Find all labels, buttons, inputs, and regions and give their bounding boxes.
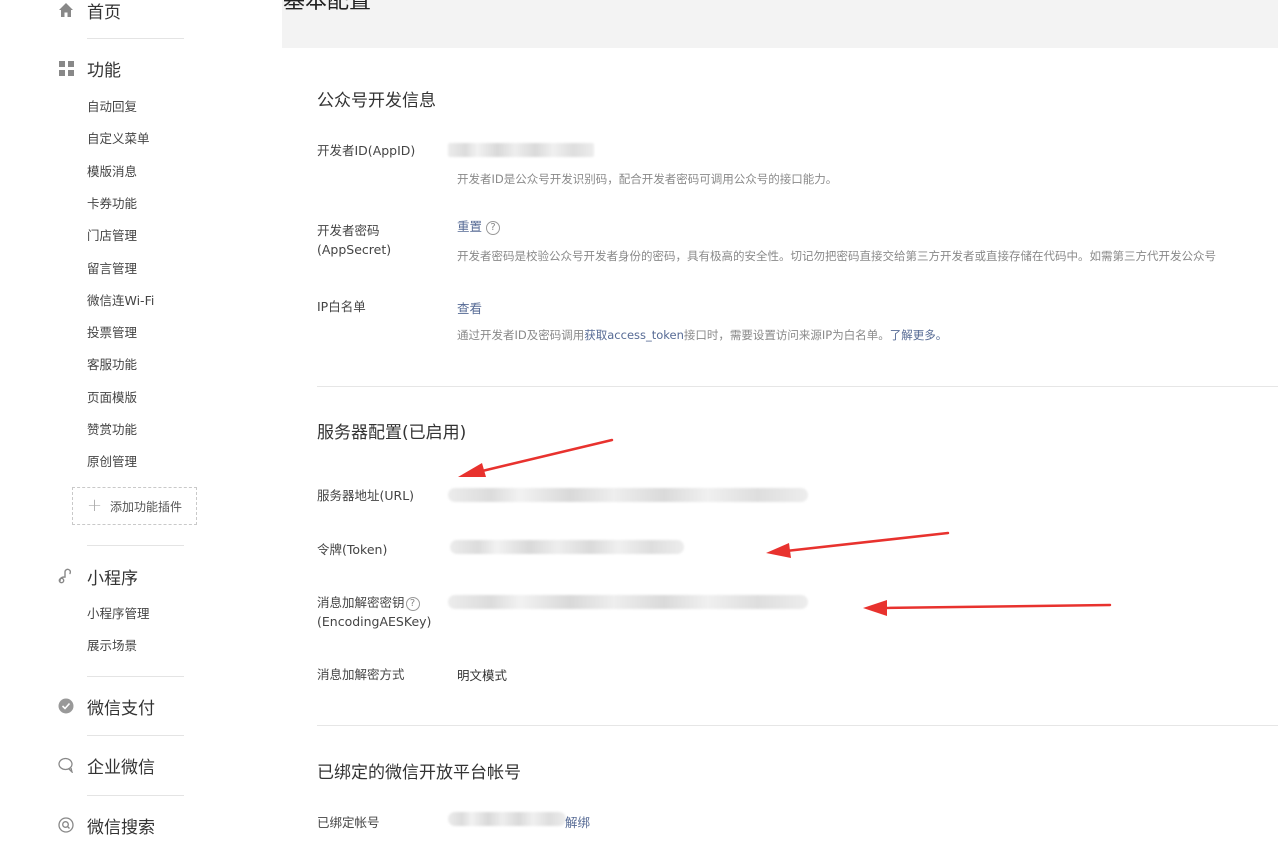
sidebar-item-reward[interactable]: 赞赏功能 [87,421,137,439]
sidebar-item-miniprogram-manage[interactable]: 小程序管理 [87,605,150,623]
encrypt-mode-value: 明文模式 [457,668,508,683]
appid-value-redacted [448,143,594,157]
dev-info-title: 公众号开发信息 [317,91,436,111]
main-panel: 公众号开发信息 开发者ID(AppID) 开发者ID是公众号开发识别码，配合开发… [282,48,1278,866]
sidebar-wechat-pay-label: 微信支付 [87,698,155,719]
page-title: 基本配置 [283,0,372,14]
sidebar-divider [87,795,184,796]
search-icon [58,817,74,833]
open-platform-title: 已绑定的微信开放平台帐号 [317,763,521,783]
encrypt-mode-label: 消息加解密方式 [317,667,405,682]
chat-bubble-icon [58,757,74,773]
sidebar-miniprogram-label: 小程序 [87,568,138,589]
section-divider [317,725,1278,726]
sidebar-item-display-scene[interactable]: 展示场景 [87,637,137,655]
aes-key-label-text: 消息加解密密钥 [317,595,405,610]
server-url-label: 服务器地址(URL) [317,488,415,503]
bound-account-label: 已绑定帐号 [317,815,380,830]
sidebar-divider [87,38,184,39]
grid-icon [58,60,74,76]
sidebar-item-template-message[interactable]: 模版消息 [87,163,137,181]
link-icon [58,568,74,584]
reset-secret-link[interactable]: 重置 [457,219,482,234]
sidebar-home[interactable]: 首页 [58,0,121,23]
sidebar-item-vote[interactable]: 投票管理 [87,324,137,342]
view-ip-whitelist-link[interactable]: 查看 [457,301,482,316]
plus-icon: + [86,495,103,516]
sidebar-item-auto-reply[interactable]: 自动回复 [87,98,137,116]
appsecret-actions: 重置? [457,216,501,235]
aes-key-label-en: (EncodingAESKey) [317,614,432,629]
sidebar-divider [87,545,184,546]
sidebar-work-wechat[interactable]: 企业微信 [58,753,155,778]
add-plugin-label: 添加功能插件 [110,499,183,514]
sidebar-item-original[interactable]: 原创管理 [87,453,137,471]
ip-hint-middle: 接口时，需要设置访问来源IP为白名单。 [683,328,890,342]
sidebar-item-custom-menu[interactable]: 自定义菜单 [87,130,150,148]
ip-whitelist-label: IP白名单 [317,299,366,314]
sidebar-functions[interactable]: 功能 [58,56,121,81]
sidebar-divider [87,676,184,677]
sidebar-item-store[interactable]: 门店管理 [87,227,137,245]
sidebar-functions-label: 功能 [87,60,121,81]
appsecret-label: 开发者密码 [317,223,380,238]
bound-account-actions: 解绑 [565,812,590,831]
sidebar-item-page-template[interactable]: 页面模版 [87,389,137,407]
sidebar-wechat-search-label: 微信搜索 [87,817,155,838]
home-icon [58,2,74,18]
sidebar-work-wechat-label: 企业微信 [87,757,155,778]
appid-hint: 开发者ID是公众号开发识别码，配合开发者密码可调用公众号的接口能力。 [457,172,838,186]
learn-more-link[interactable]: 了解更多。 [890,328,948,342]
appid-label: 开发者ID(AppID) [317,143,416,158]
ip-hint-prefix: 通过开发者ID及密码调用 [457,328,585,342]
help-icon[interactable]: ? [486,220,501,235]
server-url-value-redacted [448,488,808,502]
wechat-pay-icon [58,698,74,714]
unbind-link[interactable]: 解绑 [565,815,590,830]
token-label: 令牌(Token) [317,542,388,557]
sidebar-divider [87,735,184,736]
help-icon[interactable]: ? [405,596,420,611]
section-divider [317,386,1278,387]
sidebar-home-label: 首页 [87,2,121,23]
bound-account-value-redacted [448,812,566,826]
appsecret-hint: 开发者密码是校验公众号开发者身份的密码，具有极高的安全性。切记勿把密码直接交给第… [457,249,1216,263]
sidebar-item-comments[interactable]: 留言管理 [87,260,137,278]
sidebar-item-customer-service[interactable]: 客服功能 [87,356,137,374]
ip-whitelist-actions: 查看 [457,298,482,317]
sidebar-item-wifi[interactable]: 微信连Wi-Fi [87,292,154,310]
token-value-redacted [450,540,684,554]
ip-whitelist-hint: 通过开发者ID及密码调用获取access_token接口时，需要设置访问来源IP… [457,327,947,343]
sidebar-wechat-pay[interactable]: 微信支付 [58,694,155,719]
aes-key-label: 消息加解密密钥? [317,593,420,612]
sidebar: 首页 功能 自动回复 自定义菜单 模版消息 卡券功能 门店管理 留言管理 微信连… [0,0,282,866]
aes-key-value-redacted [448,595,808,609]
sidebar-item-coupon[interactable]: 卡券功能 [87,195,137,213]
appsecret-label-en: (AppSecret) [317,242,392,257]
access-token-link[interactable]: 获取access_token [584,328,684,342]
sidebar-wechat-search[interactable]: 微信搜索 [58,813,155,838]
server-config-title: 服务器配置(已启用) [317,423,467,443]
add-plugin-button[interactable]: + 添加功能插件 [72,487,197,525]
sidebar-miniprogram[interactable]: 小程序 [58,564,138,589]
